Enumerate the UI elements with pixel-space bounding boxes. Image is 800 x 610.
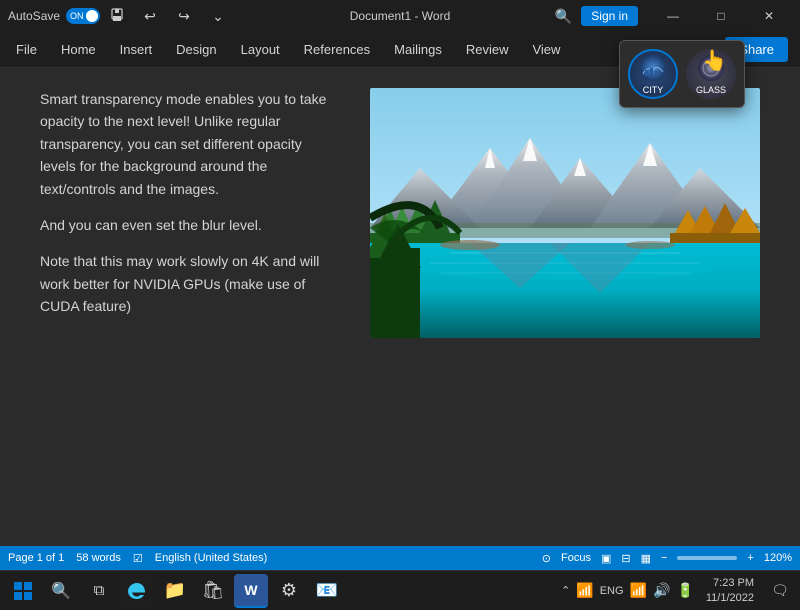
settings-taskbar-button[interactable]: ⚙ xyxy=(272,574,306,608)
layout-view1[interactable]: ▣ xyxy=(601,552,611,565)
notification-button[interactable]: 🗨 xyxy=(766,577,794,605)
zoom-out-icon[interactable]: − xyxy=(661,552,667,564)
show-hidden-button[interactable]: ⌃ xyxy=(561,584,570,597)
menu-design[interactable]: Design xyxy=(164,38,228,61)
menu-view[interactable]: View xyxy=(520,38,572,61)
document-area: Smart transparency mode enables you to t… xyxy=(0,68,800,546)
edge-browser-button[interactable] xyxy=(120,574,154,608)
theme-city-option[interactable]: CITY xyxy=(628,49,678,99)
menu-review[interactable]: Review xyxy=(454,38,521,61)
layout-view3[interactable]: ▦ xyxy=(641,552,651,565)
system-tray: ⌃ 📶 ENG 📶 🔊 🔋 xyxy=(561,582,694,599)
menu-layout[interactable]: Layout xyxy=(229,38,292,61)
battery-icon[interactable]: 🔋 xyxy=(676,582,693,599)
volume-icon[interactable]: 🔊 xyxy=(653,582,670,599)
toggle-knob xyxy=(86,10,98,22)
city-label: CITY xyxy=(643,85,664,95)
autosave-toggle[interactable]: ON xyxy=(66,8,100,24)
theme-glass-option[interactable]: GLASS xyxy=(686,49,736,99)
outlook-button[interactable]: 📧 xyxy=(310,574,344,608)
word-count[interactable]: 58 words xyxy=(76,552,121,564)
theme-switcher: CITY GLASS xyxy=(619,40,745,108)
microsoft-store-button[interactable]: 🛍 xyxy=(196,574,230,608)
close-button[interactable]: ✕ xyxy=(746,0,792,32)
menu-items: File Home Insert Design Layout Reference… xyxy=(4,38,572,61)
zoom-slider[interactable] xyxy=(677,556,737,560)
autosave-label: AutoSave xyxy=(8,9,60,23)
undo-button[interactable]: ↩ xyxy=(136,2,164,30)
document-image xyxy=(370,88,760,338)
menu-home[interactable]: Home xyxy=(49,38,108,61)
wifi-icon[interactable]: 📶 xyxy=(630,582,647,599)
file-explorer-button[interactable]: 📁 xyxy=(158,574,192,608)
titlebar-left: AutoSave ON ↩ ↪ ⌄ xyxy=(8,2,232,30)
titlebar: AutoSave ON ↩ ↪ ⌄ Document1 - Word 🔍 Sig… xyxy=(0,0,800,32)
menu-file[interactable]: File xyxy=(4,38,49,61)
titlebar-actions: 🔍 Sign in — □ ✕ xyxy=(549,0,792,32)
toggle-on-text: ON xyxy=(70,11,84,21)
clock-date: 11/1/2022 xyxy=(706,591,754,605)
clock-button[interactable]: 7:23 PM 11/1/2022 xyxy=(700,574,760,607)
paragraph-2: And you can even set the blur level. xyxy=(40,214,340,236)
focus-icon[interactable]: ⊙ xyxy=(542,552,551,565)
search-button[interactable]: 🔍 xyxy=(549,2,577,30)
minimize-button[interactable]: — xyxy=(650,0,696,32)
network-icon[interactable]: 📶 xyxy=(576,582,593,599)
taskbar-left: 🔍 ⧉ 📁 🛍 W ⚙ 📧 xyxy=(6,574,344,608)
more-button[interactable]: ⌄ xyxy=(204,2,232,30)
taskbar-right: ⌃ 📶 ENG 📶 🔊 🔋 7:23 PM 11/1/2022 🗨 xyxy=(561,574,794,607)
clock-time: 7:23 PM xyxy=(706,576,754,590)
document-title: Document1 - Word xyxy=(350,9,450,23)
redo-button[interactable]: ↪ xyxy=(170,2,198,30)
zoom-in-icon[interactable]: + xyxy=(747,552,753,564)
language[interactable]: English (United States) xyxy=(155,552,268,564)
statusbar-left: Page 1 of 1 58 words ☑ English (United S… xyxy=(8,552,267,565)
menu-mailings[interactable]: Mailings xyxy=(382,38,454,61)
statusbar: Page 1 of 1 58 words ☑ English (United S… xyxy=(0,546,800,570)
statusbar-right: ⊙ Focus ▣ ⊟ ▦ − + 120% xyxy=(542,552,792,565)
windows-start-button[interactable] xyxy=(6,574,40,608)
signin-button[interactable]: Sign in xyxy=(581,6,638,26)
paragraph-1: Smart transparency mode enables you to t… xyxy=(40,88,340,200)
task-view-button[interactable]: ⧉ xyxy=(82,574,116,608)
menu-references[interactable]: References xyxy=(292,38,382,61)
window-controls: — □ ✕ xyxy=(650,0,792,32)
save-icon[interactable] xyxy=(106,4,130,28)
paragraph-3: Note that this may work slowly on 4K and… xyxy=(40,250,340,317)
glass-label: GLASS xyxy=(696,85,726,95)
zoom-level[interactable]: 120% xyxy=(764,552,792,564)
eng-label[interactable]: ENG xyxy=(600,585,624,597)
layout-view2[interactable]: ⊟ xyxy=(621,552,630,565)
document-text: Smart transparency mode enables you to t… xyxy=(40,88,340,526)
maximize-button[interactable]: □ xyxy=(698,0,744,32)
taskbar: 🔍 ⧉ 📁 🛍 W ⚙ 📧 ⌃ 📶 ENG 📶 🔊 🔋 7:23 PM 11/1… xyxy=(0,570,800,610)
proofing-icon[interactable]: ☑ xyxy=(133,552,143,565)
search-taskbar-button[interactable]: 🔍 xyxy=(44,574,78,608)
menu-insert[interactable]: Insert xyxy=(108,38,165,61)
page-info[interactable]: Page 1 of 1 xyxy=(8,552,64,564)
focus-label[interactable]: Focus xyxy=(561,552,591,564)
word-taskbar-button[interactable]: W xyxy=(234,574,268,608)
